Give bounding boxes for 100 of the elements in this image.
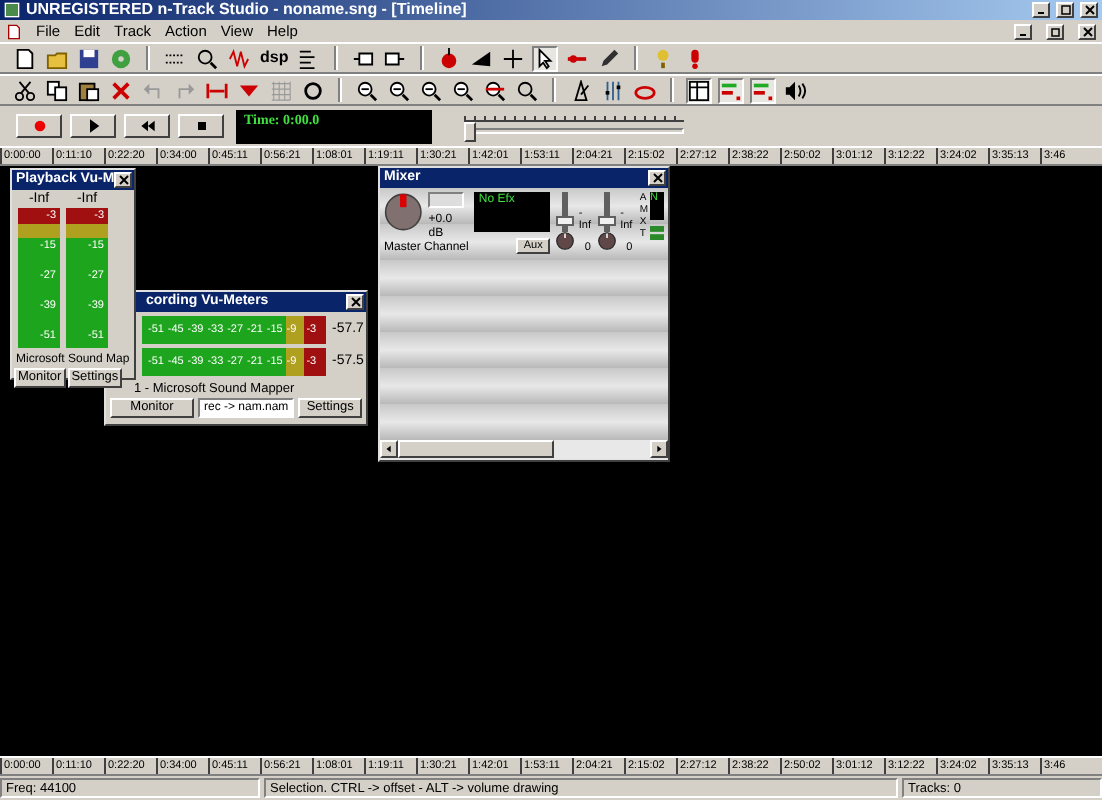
zoom-icon [388, 79, 410, 101]
pencil-button[interactable] [596, 45, 623, 71]
new-file-button[interactable] [12, 45, 38, 71]
rewind-icon [139, 118, 155, 134]
clip-zone [304, 316, 326, 344]
speaker-button[interactable] [782, 77, 808, 103]
clip-zone [18, 207, 60, 224]
close-icon [1083, 4, 1095, 16]
app-icon [4, 2, 20, 18]
mixer-button[interactable] [600, 77, 626, 103]
delete-button[interactable] [108, 77, 134, 103]
zoom-button[interactable] [354, 77, 380, 103]
window-title: UNREGISTERED n-Track Studio - noname.sng - [Timeline] [26, 1, 469, 19]
left-arrow-icon [384, 444, 394, 454]
copy-icon [46, 79, 68, 101]
magnifier-button[interactable] [194, 45, 220, 71]
right-arrow-icon [654, 444, 664, 454]
range-icon [206, 79, 228, 101]
magnifier-icon [196, 47, 218, 69]
gain-field[interactable] [428, 192, 465, 208]
loop-icon [302, 79, 324, 101]
wave-button[interactable] [226, 45, 252, 71]
insert-left-icon [352, 47, 375, 69]
record-button[interactable] [16, 114, 62, 138]
volume-knob-icon [384, 192, 423, 232]
close-button[interactable] [648, 170, 666, 186]
close-icon [651, 172, 663, 184]
zoom-button[interactable] [450, 77, 476, 103]
restore-icon [1049, 25, 1061, 37]
zoom-icon [452, 79, 474, 101]
disc-icon [110, 47, 132, 69]
scroll-right-button[interactable] [650, 440, 668, 458]
track-bars-button[interactable] [750, 77, 776, 103]
undo-icon [142, 79, 164, 101]
open-folder-icon [46, 47, 68, 69]
maximize-icon [1059, 4, 1071, 16]
cut-button[interactable] [12, 77, 38, 103]
zoom-reset-button[interactable] [482, 77, 508, 103]
close-button[interactable] [114, 172, 132, 188]
crosshair-button[interactable] [500, 45, 527, 71]
zoom-button[interactable] [514, 77, 540, 103]
close-icon [349, 296, 361, 308]
zoom-reset-icon [484, 79, 506, 101]
mixer-icon [602, 79, 624, 101]
close-icon [117, 174, 130, 186]
warning-zone [286, 348, 304, 376]
scroll-left-button[interactable] [380, 440, 398, 458]
delete-icon [110, 79, 132, 101]
speaker-icon [784, 79, 806, 101]
save-button[interactable] [76, 45, 102, 71]
zoom-icon [356, 79, 378, 101]
fader-thumb[interactable] [598, 216, 617, 226]
insert-right-icon [384, 47, 407, 69]
close-icon [1081, 25, 1093, 37]
zoom-icon [516, 79, 538, 101]
redo-icon [174, 79, 196, 101]
track-bars-button[interactable] [718, 77, 744, 103]
zoom-button[interactable] [418, 77, 444, 103]
pencil-icon [598, 47, 621, 69]
panel-icon [688, 79, 710, 101]
rewind-button[interactable] [124, 114, 170, 138]
position-slider[interactable] [464, 110, 684, 142]
scroll-thumb[interactable] [398, 440, 554, 458]
track-bars-icon [752, 79, 774, 101]
cursor-icon [534, 47, 557, 69]
play-icon [85, 118, 101, 134]
maximize-button[interactable] [1056, 2, 1074, 18]
panel-button[interactable] [686, 77, 712, 103]
clip-zone [66, 207, 108, 224]
copy-button[interactable] [44, 77, 70, 103]
stop-button[interactable] [178, 114, 224, 138]
horizontal-scrollbar[interactable] [380, 440, 668, 458]
dsp-button[interactable]: dsp [258, 49, 291, 67]
close-button[interactable] [1080, 2, 1098, 18]
led-icon [650, 224, 664, 242]
wave-icon [228, 47, 250, 69]
grid-icon [270, 79, 292, 101]
cursor-button[interactable] [532, 45, 559, 71]
minimize-button[interactable] [1032, 2, 1050, 18]
paste-icon [78, 79, 100, 101]
fader-thumb[interactable] [556, 216, 575, 226]
close-button[interactable] [346, 294, 364, 310]
new-file-icon [14, 47, 36, 69]
paste-button[interactable] [76, 77, 102, 103]
clip-zone [304, 348, 326, 376]
loop-button[interactable] [300, 77, 326, 103]
minimize-button[interactable] [1014, 23, 1032, 39]
metronome-button[interactable] [568, 77, 594, 103]
track-bars-icon [720, 79, 742, 101]
pan-knob-icon [598, 232, 617, 250]
stop-icon [193, 118, 209, 134]
close-button[interactable] [1078, 23, 1096, 39]
play-button[interactable] [70, 114, 116, 138]
warning-zone [286, 316, 304, 344]
restore-button[interactable] [1046, 23, 1064, 39]
cut-icon [14, 79, 36, 101]
slider-thumb[interactable] [464, 122, 476, 142]
zoom-icon [420, 79, 442, 101]
wedge-icon [470, 47, 493, 69]
zoom-button[interactable] [386, 77, 412, 103]
